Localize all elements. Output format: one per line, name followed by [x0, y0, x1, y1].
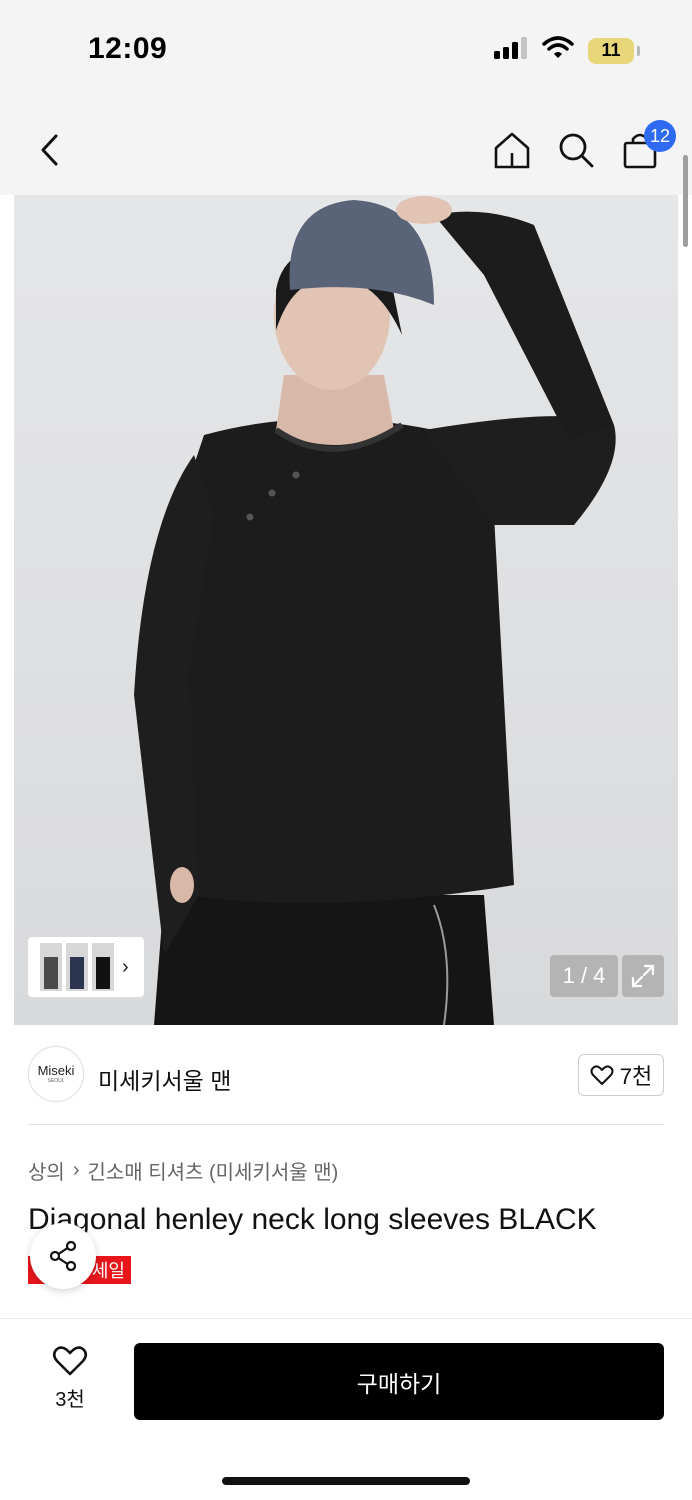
brand-like-button[interactable]: 7천	[578, 1054, 664, 1096]
product-photo	[134, 196, 616, 1025]
chevron-right-icon[interactable]: ›	[122, 956, 129, 979]
thumbnail[interactable]	[66, 943, 88, 991]
brand-row[interactable]: Miseki SEOUL 미세키서울 맨 7천	[28, 1046, 664, 1104]
breadcrumb-subcategory[interactable]: 긴소매 티셔츠 (미세키서울 맨)	[87, 1156, 338, 1185]
brand-logo-subtext: SEOUL	[47, 1078, 65, 1084]
thumbnail-strip[interactable]: ›	[28, 937, 144, 997]
brand-logo-text: Miseki	[37, 1063, 75, 1078]
chevron-left-icon	[41, 134, 58, 166]
app-header: 12	[0, 100, 692, 195]
cart-count-badge: 12	[643, 120, 676, 152]
search-icon	[559, 133, 594, 168]
chevron-right-icon: ›	[72, 1159, 80, 1181]
expand-icon	[631, 964, 655, 988]
heart-icon	[52, 1346, 88, 1376]
scrollbar[interactable]	[683, 155, 688, 247]
back-button[interactable]	[28, 128, 72, 172]
buy-button[interactable]: 구매하기	[134, 1343, 664, 1420]
bottom-action-bar: 3천 구매하기	[0, 1318, 692, 1500]
status-bar: 12:09 11	[0, 0, 692, 100]
share-icon	[49, 1240, 77, 1272]
breadcrumb-category[interactable]: 상의	[28, 1156, 65, 1185]
sale-label: 세일	[91, 1261, 125, 1281]
product-image-gallery[interactable]: › 1 / 4	[14, 195, 678, 1025]
brand-like-count: 7천	[619, 1064, 653, 1089]
battery-level: 11	[601, 40, 621, 60]
thumbnail[interactable]	[92, 943, 114, 991]
home-indicator[interactable]	[222, 1477, 470, 1485]
brand-name[interactable]: 미세키서울 맨	[98, 1062, 231, 1096]
search-button[interactable]	[554, 128, 598, 172]
brand-logo[interactable]: Miseki SEOUL	[28, 1046, 84, 1102]
breadcrumb: 상의 › 긴소매 티셔츠 (미세키서울 맨)	[28, 1156, 338, 1185]
battery-indicator: 11	[588, 37, 640, 64]
share-button[interactable]	[30, 1223, 96, 1289]
wishlist-count: 3천	[55, 1389, 85, 1411]
home-button[interactable]	[490, 128, 534, 172]
status-time: 12:09	[88, 32, 168, 65]
signal-icon	[494, 37, 528, 64]
heart-icon	[590, 1065, 614, 1085]
expand-button[interactable]	[622, 955, 664, 997]
product-title: Diagonal henley neck long sleeves BLACK	[28, 1203, 597, 1236]
wishlist-button[interactable]: 3천	[40, 1345, 100, 1415]
divider	[28, 1124, 664, 1125]
image-counter: 1 / 4	[550, 955, 618, 997]
status-icons: 11	[494, 36, 640, 65]
home-icon	[494, 132, 530, 169]
wifi-icon	[542, 36, 574, 65]
cart-button[interactable]: 12	[618, 120, 676, 172]
thumbnail[interactable]	[40, 943, 62, 991]
